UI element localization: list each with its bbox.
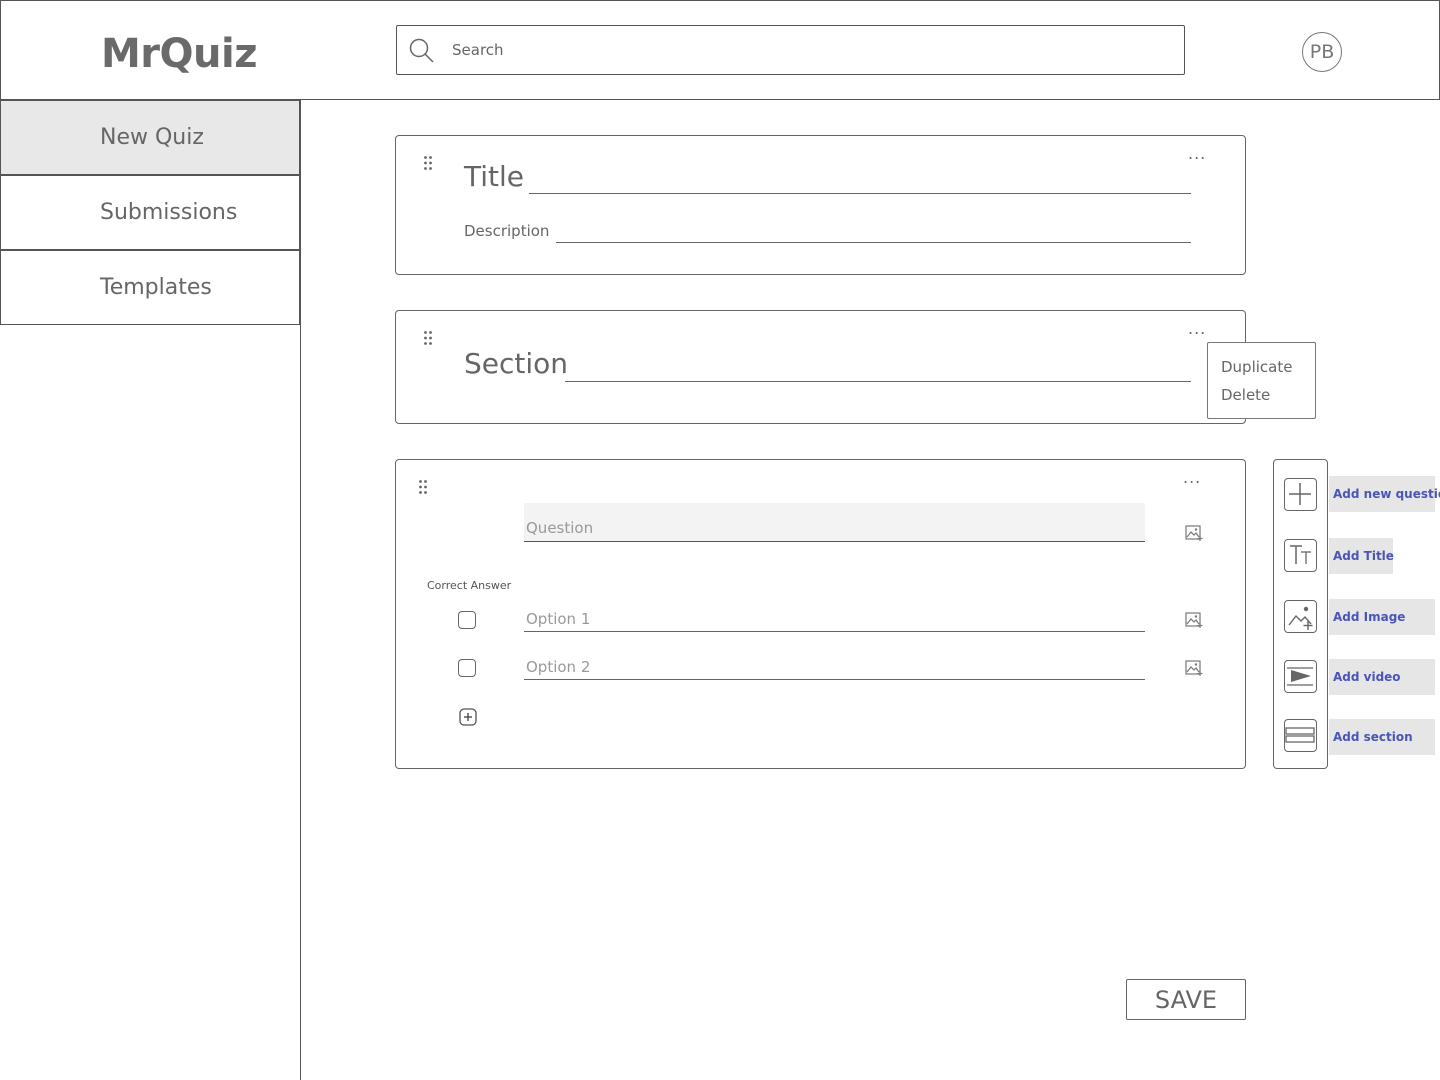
add-image-icon[interactable] (1185, 525, 1203, 541)
add-section-button[interactable] (1284, 719, 1317, 752)
app-logo[interactable]: MrQuiz (101, 31, 258, 77)
add-image-icon[interactable] (1185, 612, 1203, 628)
search-input[interactable] (452, 26, 1152, 74)
sidebar-item-label: Submissions (100, 200, 238, 225)
menu-item-delete[interactable]: Delete (1221, 386, 1270, 404)
option-1-checkbox[interactable] (458, 611, 476, 629)
question-placeholder: Question (526, 519, 594, 537)
section-icon (1285, 727, 1315, 743)
sidebar-item-label: Templates (100, 275, 212, 300)
context-menu: Duplicate Delete (1207, 342, 1316, 419)
add-option-icon[interactable] (459, 708, 477, 726)
section-card: ... Section (395, 310, 1246, 424)
more-options-icon[interactable]: ... (1183, 470, 1201, 486)
avatar[interactable]: PB (1302, 32, 1342, 72)
question-input[interactable]: Question (524, 503, 1145, 542)
question-card: ... Question Correct Answer Option 1 Opt… (395, 459, 1246, 769)
correct-answer-label: Correct Answer (427, 579, 512, 592)
text-size-icon (1290, 545, 1311, 564)
menu-item-duplicate[interactable]: Duplicate (1221, 358, 1292, 376)
description-label: Description (464, 222, 550, 240)
option-1-placeholder[interactable]: Option 1 (526, 610, 590, 628)
description-input[interactable] (556, 242, 1191, 243)
section-input[interactable] (565, 381, 1191, 382)
add-video-label[interactable]: Add video (1329, 659, 1435, 695)
option-2-input[interactable] (524, 679, 1145, 680)
search-bar[interactable] (396, 25, 1185, 75)
add-image-label[interactable]: Add Image (1329, 599, 1435, 635)
add-image-icon (1288, 606, 1313, 630)
add-question-label[interactable]: Add new question (1329, 476, 1440, 512)
add-toolbar (1273, 459, 1328, 769)
option-1-input[interactable] (524, 631, 1145, 632)
add-section-label[interactable]: Add section (1329, 719, 1435, 755)
title-card: ... Title Description (395, 135, 1246, 275)
section-label: Section (464, 347, 569, 380)
more-options-icon[interactable]: ... (1188, 321, 1206, 337)
search-icon[interactable] (409, 38, 435, 64)
add-image-icon[interactable] (1185, 660, 1203, 676)
title-label: Title (464, 160, 525, 193)
add-video-button[interactable] (1284, 660, 1317, 693)
more-options-icon[interactable]: ... (1188, 146, 1206, 162)
title-input[interactable] (529, 193, 1191, 194)
save-button[interactable]: SAVE (1126, 979, 1246, 1020)
drag-handle-icon[interactable] (418, 479, 428, 495)
add-title-button[interactable] (1284, 539, 1317, 572)
sidebar-item-new-quiz[interactable]: New Quiz (0, 100, 300, 175)
plus-icon (1289, 483, 1311, 505)
sidebar: New Quiz Submissions Templates (0, 99, 301, 1080)
add-title-label[interactable]: Add Title (1329, 538, 1394, 574)
add-image-button[interactable] (1284, 600, 1317, 633)
sidebar-item-templates[interactable]: Templates (0, 250, 300, 325)
add-question-button[interactable] (1284, 478, 1317, 511)
drag-handle-icon[interactable] (423, 155, 433, 171)
option-2-placeholder[interactable]: Option 2 (526, 658, 590, 676)
app-header: MrQuiz PB (0, 0, 1440, 100)
option-2-checkbox[interactable] (458, 659, 476, 677)
video-icon (1287, 667, 1313, 686)
sidebar-item-label: New Quiz (100, 125, 204, 150)
drag-handle-icon[interactable] (423, 330, 433, 346)
sidebar-item-submissions[interactable]: Submissions (0, 175, 300, 250)
